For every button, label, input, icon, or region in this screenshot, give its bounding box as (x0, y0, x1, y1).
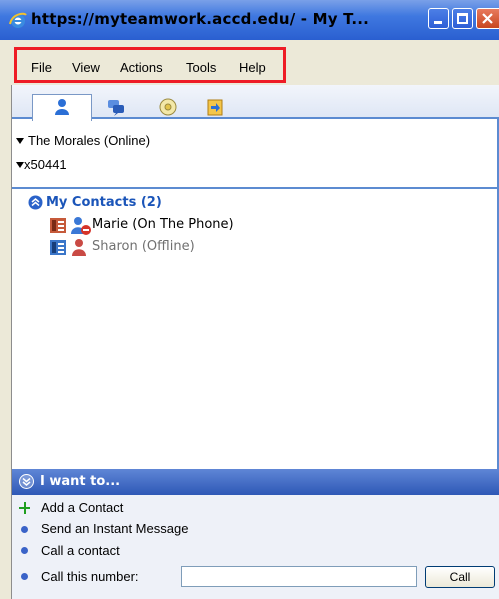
add-contact-link[interactable]: Add a Contact (41, 500, 123, 515)
contact-row[interactable]: Marie (On The Phone) (50, 216, 310, 236)
window-title: https://myteamwork.accd.edu/ - My T... (31, 10, 370, 28)
expand-status-icon[interactable] (16, 138, 24, 144)
bullet-icon (21, 573, 28, 580)
call-contact-link[interactable]: Call a contact (41, 543, 120, 558)
minimize-button[interactable] (428, 8, 449, 29)
maximize-button[interactable] (452, 8, 473, 29)
busy-user-icon (71, 217, 91, 235)
iwant-title: I want to... (40, 474, 121, 489)
contact-row[interactable]: Sharon (Offline) (50, 238, 310, 258)
group-title: My Contacts (2) (46, 195, 162, 210)
send-im-link[interactable]: Send an Instant Message (41, 521, 188, 536)
expand-phone-icon[interactable] (16, 162, 24, 168)
phone-extension[interactable]: x50441 (24, 157, 67, 172)
contact-name: Marie (On The Phone) (92, 217, 234, 232)
history-icon[interactable] (205, 97, 225, 117)
call-button[interactable]: Call (425, 566, 495, 588)
person-icon[interactable] (52, 97, 72, 117)
contact-name: Sharon (Offline) (92, 239, 195, 254)
internet-explorer-icon (9, 12, 27, 28)
bullet-icon (21, 547, 28, 554)
chat-bubbles-icon[interactable] (106, 97, 126, 117)
disc-icon[interactable] (158, 97, 178, 117)
phone-icon (50, 240, 66, 255)
call-number-input[interactable] (181, 566, 417, 587)
maximize-icon (457, 13, 468, 24)
close-icon (482, 13, 493, 24)
menu-highlight-box (14, 47, 286, 83)
phone-icon (50, 218, 66, 233)
minimize-icon (434, 21, 442, 24)
close-button[interactable] (476, 8, 499, 29)
user-status[interactable]: The Morales (Online) (28, 133, 150, 148)
bullet-icon (21, 526, 28, 533)
call-number-label: Call this number: (41, 569, 139, 584)
offline-user-icon (72, 239, 86, 256)
add-icon (23, 502, 26, 514)
expand-panel-icon[interactable] (19, 474, 34, 489)
section-divider (12, 187, 499, 189)
collapse-group-icon[interactable] (28, 195, 43, 210)
